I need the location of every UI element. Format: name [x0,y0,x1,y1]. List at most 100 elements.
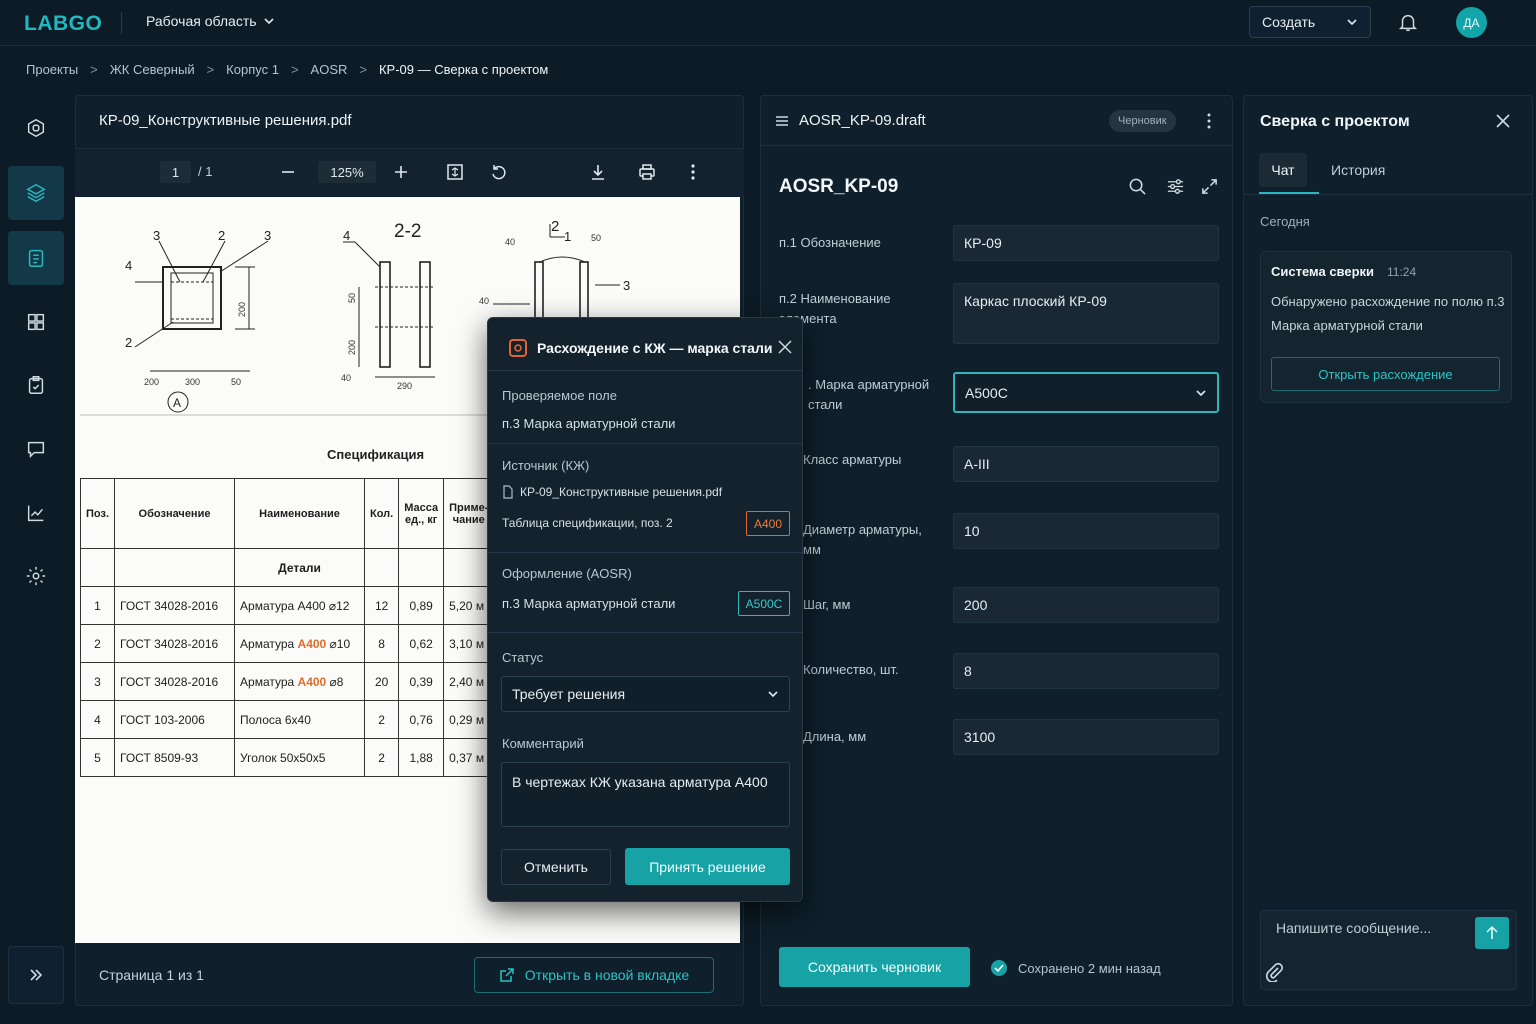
status-select[interactable]: Требует решения [501,676,790,712]
menu-icon[interactable] [775,114,789,128]
paperclip-icon[interactable] [1265,962,1283,982]
expand-sidebar-button[interactable] [8,946,64,1004]
name-part: Уголок 50х50х5 [240,750,326,765]
more-vertical-icon[interactable] [685,163,701,181]
source-value-tag: А400 [746,511,790,536]
gear-icon[interactable] [8,549,64,603]
table-cell: 5 [79,738,116,777]
drawing-dim: 40 [505,237,515,247]
drawing-dim: 50 [231,377,241,387]
table-cell: Арматура А400 ⌀8 [234,662,366,701]
table-cell: 8 [364,624,400,663]
download-icon[interactable] [589,163,607,181]
tab-history[interactable]: История [1331,162,1385,178]
open-new-tab-label: Открыть в новой вкладке [524,967,690,983]
field-label: Количество, шт. [803,662,899,677]
checked-field-value: п.3 Марка арматурной стали [502,416,676,431]
spec-table: Поз. Обозначение Наименование Кол. Масса… [79,478,495,777]
zoom-in-icon[interactable] [393,164,409,180]
divider [488,552,802,553]
layers-icon[interactable] [8,166,64,220]
name-part: Арматура А400 [240,598,329,613]
breadcrumb-item[interactable]: ЖК Северный [110,62,195,77]
zoom-out-icon[interactable] [280,164,296,180]
modal-title: Расхождение с КЖ — марка стали [537,340,773,356]
field-input[interactable]: 3100 [953,719,1219,755]
field-input[interactable]: А-III [953,446,1219,482]
source-label: Источник (КЖ) [502,458,590,473]
comment-textarea[interactable]: В чертежах КЖ указана арматура А400 [501,762,790,827]
aosr-label: Оформление (AOSR) [502,566,632,581]
name-part: ⌀8 [326,674,344,689]
save-status: Сохранено 2 мин назад [990,959,1161,977]
select-value: А500С [965,384,1008,401]
app-logo[interactable]: LABGO [24,12,102,36]
workspace-switcher[interactable]: Рабочая область [146,13,275,29]
close-icon[interactable] [778,340,792,354]
chart-icon[interactable] [8,486,64,540]
avatar[interactable]: ДА [1456,7,1487,38]
field-input[interactable]: 200 [953,587,1219,623]
chat-panel [1243,95,1533,1006]
page-total: / 1 [198,164,213,179]
table-cell: Арматура А400 ⌀12 [234,586,366,625]
home-icon[interactable] [8,101,64,155]
table-row: 3 ГОСТ 34028-2016 Арматура А400 ⌀8 20 0,39 2,… [79,662,495,701]
fit-page-icon[interactable] [446,163,464,181]
drawing-dim: 50 [591,233,601,243]
table-cell: Арматура А400 ⌀10 [234,624,366,663]
zoom-input[interactable]: 125% [318,161,376,183]
more-vertical-icon[interactable] [1202,112,1216,130]
table-row: 4 ГОСТ 103-2006 Полоса 6х40 2 0,76 0,29 м [79,700,495,739]
table-cell: 12 [364,586,400,625]
bell-icon[interactable] [1397,11,1419,33]
cancel-button[interactable]: Отменить [501,849,611,885]
breadcrumb-item[interactable]: Корпус 1 [226,62,279,77]
field-input[interactable]: 10 [953,513,1219,549]
table-cell: 2 [364,700,400,739]
tab-chat[interactable]: Чат [1259,153,1307,187]
save-draft-button[interactable]: Сохранить черновик [779,947,970,987]
create-label: Создать [1262,14,1316,30]
clipboard-check-icon[interactable] [8,358,64,412]
status-value: Требует решения [512,686,626,702]
message-text: Обнаружено расхождение по полю п.3 Марка… [1271,294,1505,333]
page-input[interactable]: 1 [160,161,191,183]
breadcrumb-item[interactable]: Проекты [26,62,78,77]
grid-icon[interactable] [8,295,64,349]
steel-grade-select[interactable]: А500С [953,372,1219,413]
search-icon[interactable] [1128,177,1147,196]
document-list-icon[interactable] [8,231,64,285]
accept-decision-button[interactable]: Принять решение [625,848,790,885]
table-cell: ГОСТ 34028-2016 [114,586,236,625]
field-input[interactable]: КР-09 [953,225,1219,261]
active-tab-indicator [1259,192,1319,194]
open-new-tab-button[interactable]: Открыть в новой вкладке [474,957,714,993]
comment-label: Комментарий [502,736,584,751]
open-discrepancy-button[interactable]: Открыть расхождение [1271,357,1500,391]
external-link-icon [500,968,514,982]
filter-sliders-icon[interactable] [1166,177,1185,196]
aosr-value-tag: А500С [738,591,790,616]
breadcrumb-item[interactable]: AOSR [311,62,348,77]
chevron-down-icon [1196,389,1206,396]
name-part: ⌀10 [326,636,351,651]
print-icon[interactable] [638,163,656,181]
field-label: Шаг, мм [803,597,851,612]
document-title: AOSR_KP-09 [779,176,899,197]
source-file-link[interactable]: КР-09_Конструктивные решения.pdf [502,485,722,499]
save-status-text: Сохранено 2 мин назад [1018,960,1161,976]
table-cell: 0,76 [398,700,445,739]
field-textarea[interactable]: Каркас плоский КР-09 [953,283,1219,344]
create-button[interactable]: Создать [1249,6,1371,38]
drawing-dim: 200 [237,302,247,317]
close-icon[interactable] [1496,114,1510,128]
field-input[interactable]: 8 [953,653,1219,689]
send-button[interactable] [1475,917,1509,949]
column-header: Наименование [234,478,366,549]
spec-title: Спецификация [327,447,425,462]
message-time: 11:24 [1387,265,1417,279]
rotate-icon[interactable] [490,163,508,181]
chat-icon[interactable] [8,422,64,476]
expand-icon[interactable] [1200,177,1219,196]
